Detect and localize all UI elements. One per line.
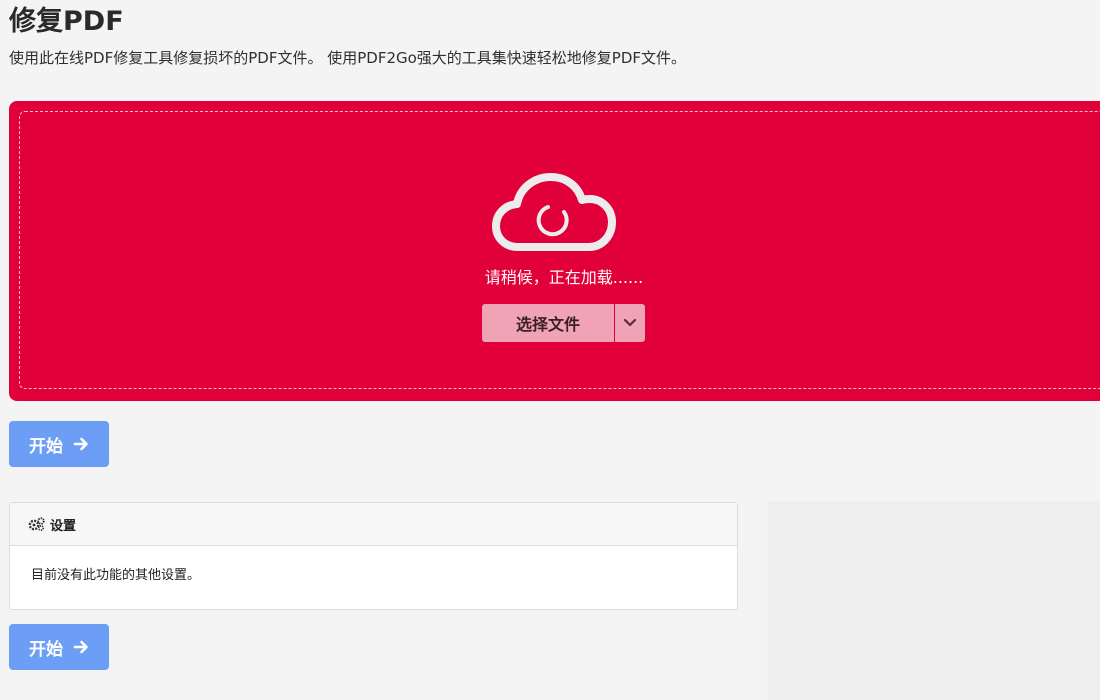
settings-title: 设置: [50, 518, 77, 534]
choose-file-button[interactable]: 选择文件: [482, 304, 614, 342]
choose-file-group: 选择文件: [482, 304, 645, 342]
start-label: 开始: [29, 639, 63, 660]
chevron-down-icon: [623, 318, 637, 327]
settings-message: 目前没有此功能的其他设置。: [31, 568, 201, 583]
page: 修复PDF 使用此在线PDF修复工具修复损坏的PDF文件。 使用PDF2Go强大…: [0, 0, 1100, 700]
settings-header: 设置: [10, 503, 737, 546]
cloud-loading-icon: [492, 173, 616, 251]
gears-icon: [28, 517, 45, 531]
settings-card: 设置 目前没有此功能的其他设置。: [9, 502, 738, 610]
side-panel: [768, 502, 1100, 700]
start-button-top[interactable]: 开始: [9, 421, 109, 467]
loading-text: 请稍候，正在加载......: [484, 268, 644, 287]
arrow-right-icon: [73, 437, 88, 451]
choose-file-dropdown-toggle[interactable]: [615, 304, 645, 342]
arrow-right-icon: [73, 640, 88, 654]
start-label: 开始: [29, 436, 63, 457]
page-subtitle: 使用此在线PDF修复工具修复损坏的PDF文件。 使用PDF2Go强大的工具集快速…: [9, 49, 687, 67]
start-button-bottom[interactable]: 开始: [9, 624, 109, 670]
page-title: 修复PDF: [9, 6, 124, 37]
